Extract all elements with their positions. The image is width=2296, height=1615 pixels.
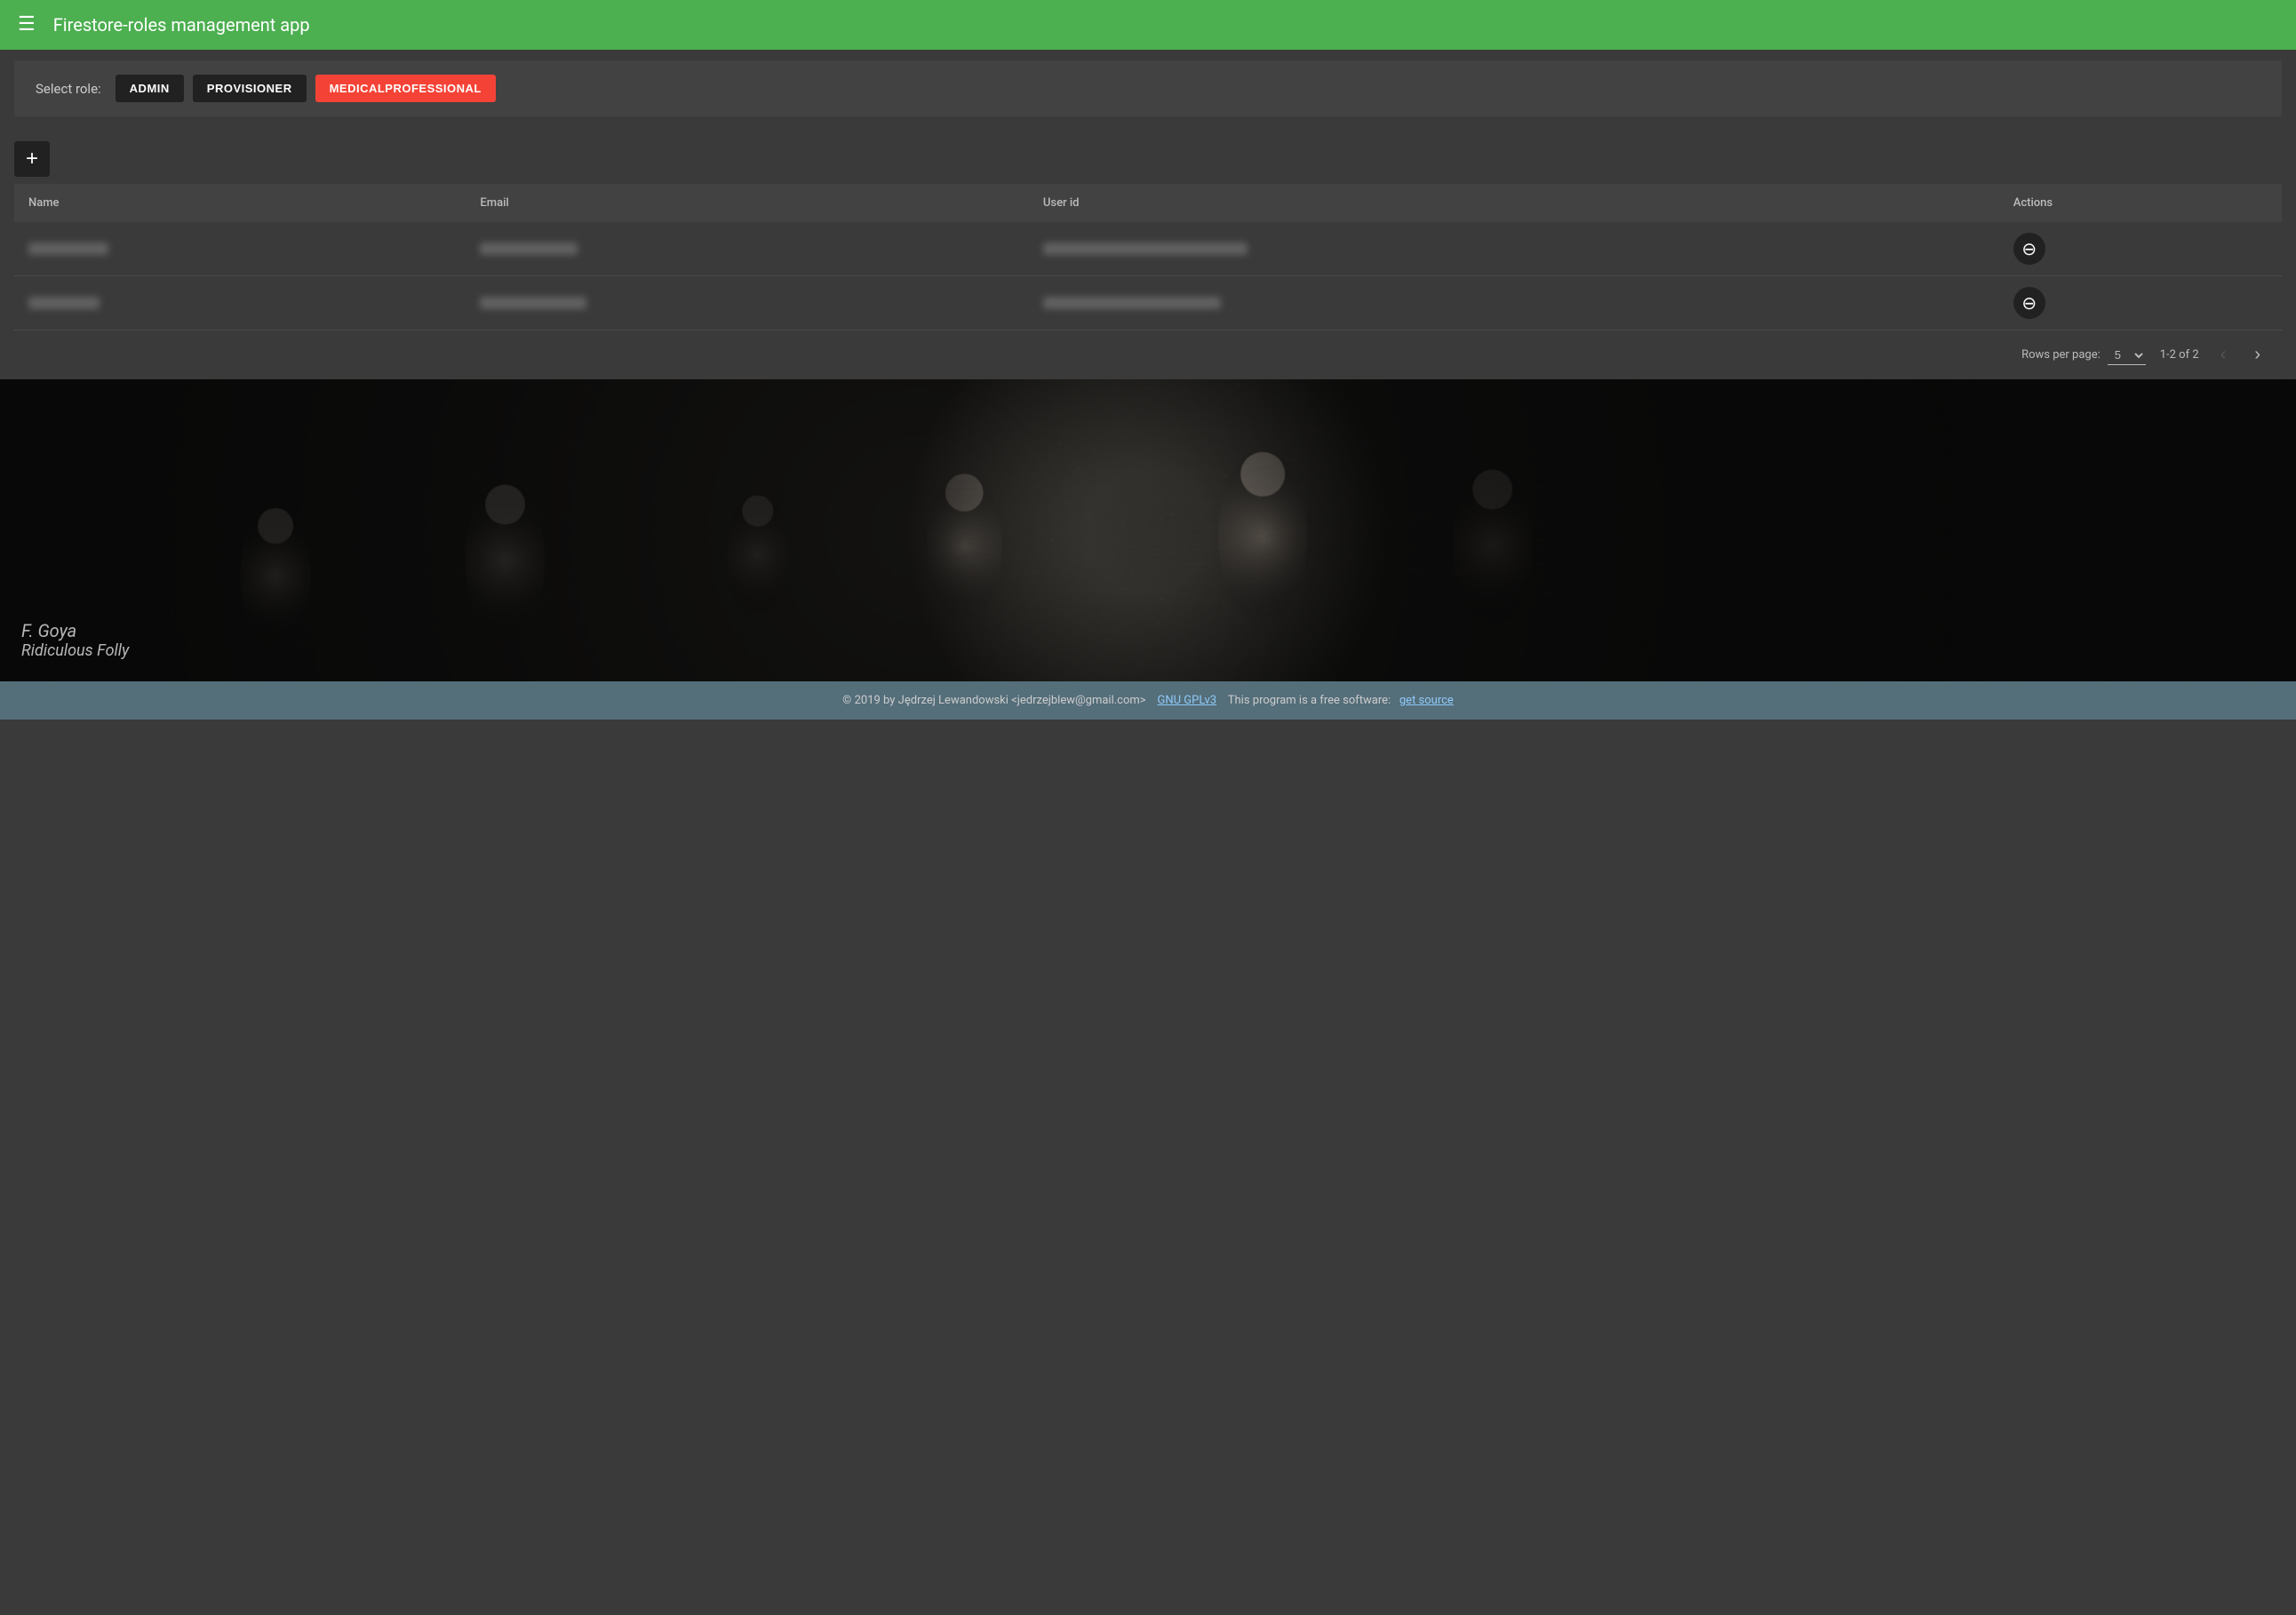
user-table: Name Email User id Actions [14,184,2282,330]
name-value [28,243,108,255]
role-button-admin[interactable]: ADMIN [116,75,184,102]
delete-button[interactable]: ⊖ [2013,233,2045,265]
col-name: Name [14,184,466,222]
pagination: Rows per page: 5 10 25 1-2 of 2 ‹ › [14,330,2282,379]
menu-icon[interactable]: ☰ [18,15,36,35]
cell-name [14,222,466,276]
name-value [28,297,100,309]
footer-license-link[interactable]: GNU GPLv3 [1158,694,1217,707]
cell-actions: ⊖ [1999,222,2282,276]
rows-per-page-select[interactable]: 5 10 25 [2108,346,2146,365]
uid-value [1043,297,1221,309]
table-body: ⊖ ⊖ [14,222,2282,330]
table-row: ⊖ [14,276,2282,330]
uid-value [1043,243,1248,255]
footer: © 2019 by Jędrzej Lewandowski <jedrzejbl… [0,681,2296,720]
add-section: + [14,127,2282,184]
col-actions: Actions [1999,184,2282,222]
rows-per-page-label: Rows per page: [2021,348,2101,362]
prev-page-button[interactable]: ‹ [2213,341,2234,369]
artwork-title: Ridiculous Folly [21,641,129,660]
cell-email [466,276,1028,330]
page-info: 1-2 of 2 [2160,348,2199,362]
cell-actions: ⊖ [1999,276,2282,330]
cell-email [466,222,1028,276]
col-userid: User id [1029,184,1999,222]
cell-name [14,276,466,330]
minus-circle-icon: ⊖ [2021,292,2037,314]
col-email: Email [466,184,1028,222]
content-area: + Name Email User id Actions [14,127,2282,379]
footer-license-text: This program is a free software: [1228,694,1391,707]
artwork-canvas [0,379,2296,681]
artwork-artist: F. Goya [21,620,129,641]
footer-copyright: © 2019 by Jędrzej Lewandowski <jedrzejbl… [842,694,1145,707]
cell-userid [1029,276,1999,330]
next-page-button[interactable]: › [2247,341,2268,369]
topbar: ☰ Firestore-roles management app [0,0,2296,50]
email-value [480,297,586,309]
role-selector: Select role: ADMIN PROVISIONER MEDICALPR… [14,60,2282,116]
table-row: ⊖ [14,222,2282,276]
email-value [480,243,578,255]
role-label: Select role: [36,81,101,97]
rows-per-page-section: Rows per page: 5 10 25 [2021,346,2146,365]
cell-userid [1029,222,1999,276]
table-header-row: Name Email User id Actions [14,184,2282,222]
minus-circle-icon: ⊖ [2021,238,2037,260]
role-button-provisioner[interactable]: PROVISIONER [193,75,307,102]
artwork-section: F. Goya Ridiculous Folly [0,379,2296,681]
artwork-label: F. Goya Ridiculous Folly [21,620,129,660]
app-title: Firestore-roles management app [53,14,310,36]
role-button-medicalprofessional[interactable]: MEDICALPROFESSIONAL [315,75,496,102]
delete-button[interactable]: ⊖ [2013,287,2045,319]
add-user-button[interactable]: + [14,141,50,177]
footer-source-link[interactable]: get source [1399,694,1454,707]
